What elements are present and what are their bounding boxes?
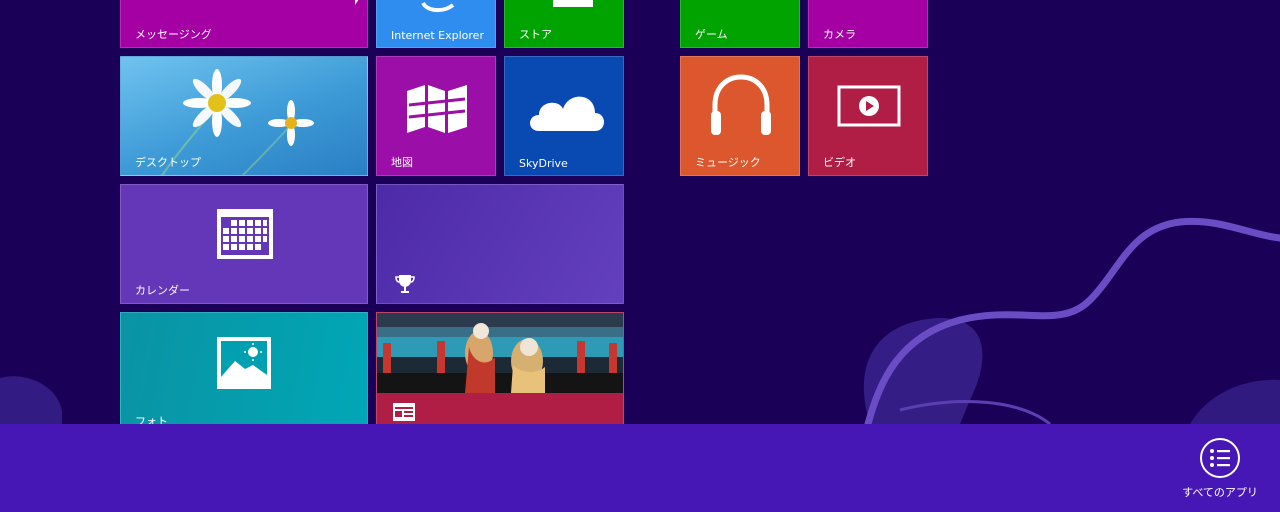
calendar-icon [217, 209, 273, 259]
tile-label: Internet Explorer [391, 29, 484, 42]
cloud-icon [530, 96, 604, 131]
tile-desktop[interactable]: デスクトップ [120, 56, 368, 176]
photo-icon [217, 337, 271, 389]
tile-label: 地図 [391, 156, 413, 169]
tile-label: ビデオ [823, 156, 856, 169]
tile-label: デスクトップ [135, 156, 201, 169]
start-screen: メッセージング Internet Explorer ストア ゲーム カメラ デス… [0, 0, 1280, 512]
tile-store[interactable]: ストア [504, 0, 624, 48]
tile-label: SkyDrive [519, 157, 568, 170]
tile-news[interactable] [376, 312, 624, 432]
tile-calendar[interactable]: カレンダー [120, 184, 368, 304]
tile-label: カメラ [823, 28, 856, 41]
tile-label: ゲーム [695, 28, 728, 41]
tile-maps[interactable]: 地図 [376, 56, 496, 176]
store-icon [553, 0, 593, 7]
tile-internet-explorer[interactable]: Internet Explorer [376, 0, 496, 48]
tile-label: ストア [519, 28, 552, 41]
tile-video[interactable]: ビデオ [808, 56, 928, 176]
map-icon [407, 85, 467, 133]
tile-label: カレンダー [135, 284, 190, 297]
tile-skydrive[interactable]: SkyDrive [504, 56, 624, 176]
list-icon [1200, 438, 1240, 478]
tile-games[interactable]: ゲーム [680, 0, 800, 48]
news-icon [393, 403, 415, 421]
tile-label: ミュージック [695, 156, 761, 169]
tile-photos[interactable]: フォト [120, 312, 368, 432]
tile-camera[interactable]: カメラ [808, 0, 928, 48]
trophy-icon [395, 275, 415, 293]
news-photo-image [377, 313, 623, 393]
tile-music[interactable]: ミュージック [680, 56, 800, 176]
internet-explorer-icon [421, 1, 455, 12]
all-apps-label: すべてのアプリ [1182, 486, 1258, 499]
tile-sports[interactable] [376, 184, 624, 304]
headphones-icon [711, 74, 771, 135]
video-player-icon [837, 85, 901, 127]
tile-messaging[interactable]: メッセージング [120, 0, 368, 48]
messaging-icon [355, 0, 359, 5]
all-apps-button[interactable]: すべてのアプリ [1180, 436, 1260, 504]
app-bar [0, 424, 1280, 512]
tile-label: メッセージング [135, 28, 212, 41]
